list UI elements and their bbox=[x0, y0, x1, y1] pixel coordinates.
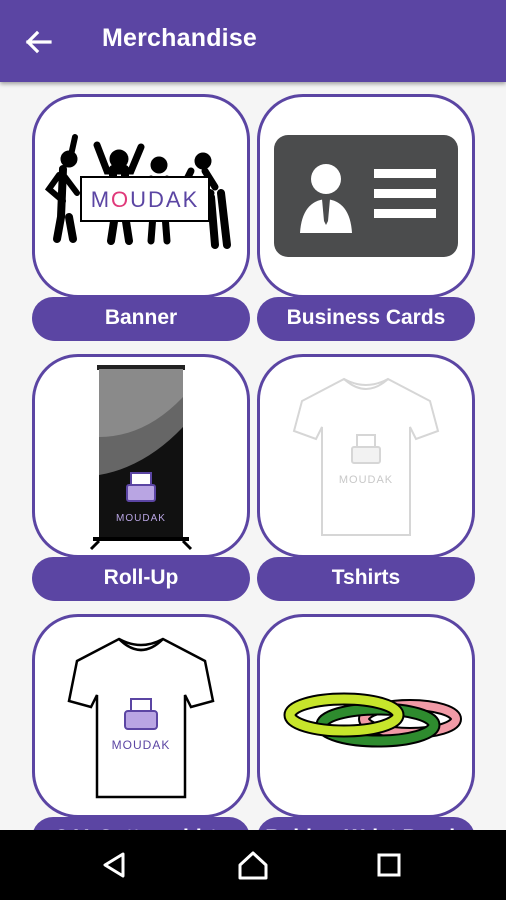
item-label: Roll-Up bbox=[32, 557, 250, 601]
item-label: Rubber Wrist Bands bbox=[257, 817, 475, 830]
cotton-tshirt-icon: MOUDAK bbox=[67, 637, 215, 799]
banner-people-icon: MOUDAK bbox=[44, 134, 231, 249]
system-nav-bar bbox=[0, 830, 506, 900]
page-title: Merchandise bbox=[102, 24, 258, 52]
roll-up-image-frame: MOUDAK bbox=[32, 354, 250, 558]
rollup-banner-icon: MOUDAK bbox=[89, 365, 193, 551]
merchandise-grid: MOUDAK Banner Business Cards MOUDAK Roll… bbox=[0, 82, 506, 830]
cotton-shirt-logo-text: MOUDAK bbox=[112, 738, 171, 752]
wristband-icon bbox=[283, 692, 462, 748]
tshirt-logo-text: MOUDAK bbox=[339, 474, 393, 486]
banner-image-frame: MOUDAK bbox=[32, 94, 250, 298]
item-label: Banner bbox=[32, 297, 250, 341]
triangle-back-icon[interactable] bbox=[92, 843, 136, 887]
item-label: Tshirts bbox=[257, 557, 475, 601]
rollup-logo-text: MOUDAK bbox=[116, 513, 166, 524]
item-label: Q11 Cotton shirts bbox=[32, 817, 250, 830]
business-card-icon bbox=[274, 135, 458, 257]
white-tshirt-icon: MOUDAK bbox=[292, 377, 440, 536]
cotton-shirts-image-frame: MOUDAK bbox=[32, 614, 250, 818]
arrow-left-icon[interactable] bbox=[22, 26, 54, 58]
wrist-bands-image-frame bbox=[257, 614, 475, 818]
app-bar: Merchandise bbox=[0, 0, 506, 82]
business-cards-image-frame bbox=[257, 94, 475, 298]
home-icon[interactable] bbox=[231, 843, 275, 887]
banner-logo-text: MOUDAK bbox=[91, 187, 200, 212]
item-label: Business Cards bbox=[257, 297, 475, 341]
tshirts-image-frame: MOUDAK bbox=[257, 354, 475, 558]
square-recents-icon[interactable] bbox=[367, 843, 411, 887]
